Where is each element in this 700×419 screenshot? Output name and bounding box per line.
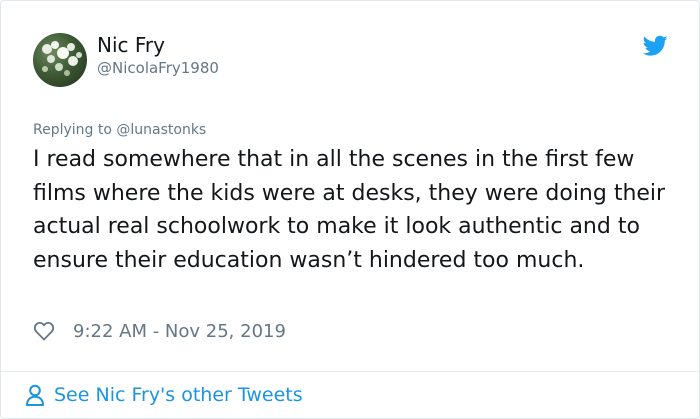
avatar[interactable] [33, 33, 87, 87]
twitter-bird-icon[interactable] [643, 35, 668, 57]
replying-to[interactable]: Replying to @lunastonks [33, 121, 206, 139]
heart-icon[interactable] [33, 321, 55, 341]
see-other-tweets-label: See Nic Fry's other Tweets [54, 384, 303, 406]
avatar-flowers-image [42, 41, 82, 76]
see-other-tweets-link[interactable]: See Nic Fry's other Tweets [25, 381, 303, 409]
author-name[interactable]: Nic Fry [97, 33, 165, 57]
footer-divider [1, 371, 699, 372]
tweet-card: Nic Fry @NicolaFry1980 Replying to @luna… [0, 0, 700, 419]
person-icon [26, 384, 44, 406]
author-handle[interactable]: @NicolaFry1980 [97, 59, 219, 77]
tweet-meta: 9:22 AM - Nov 25, 2019 [33, 319, 286, 343]
tweet-text: I read somewhere that in all the scenes … [33, 147, 666, 273]
tweet-timestamp[interactable]: 9:22 AM - Nov 25, 2019 [73, 321, 286, 342]
